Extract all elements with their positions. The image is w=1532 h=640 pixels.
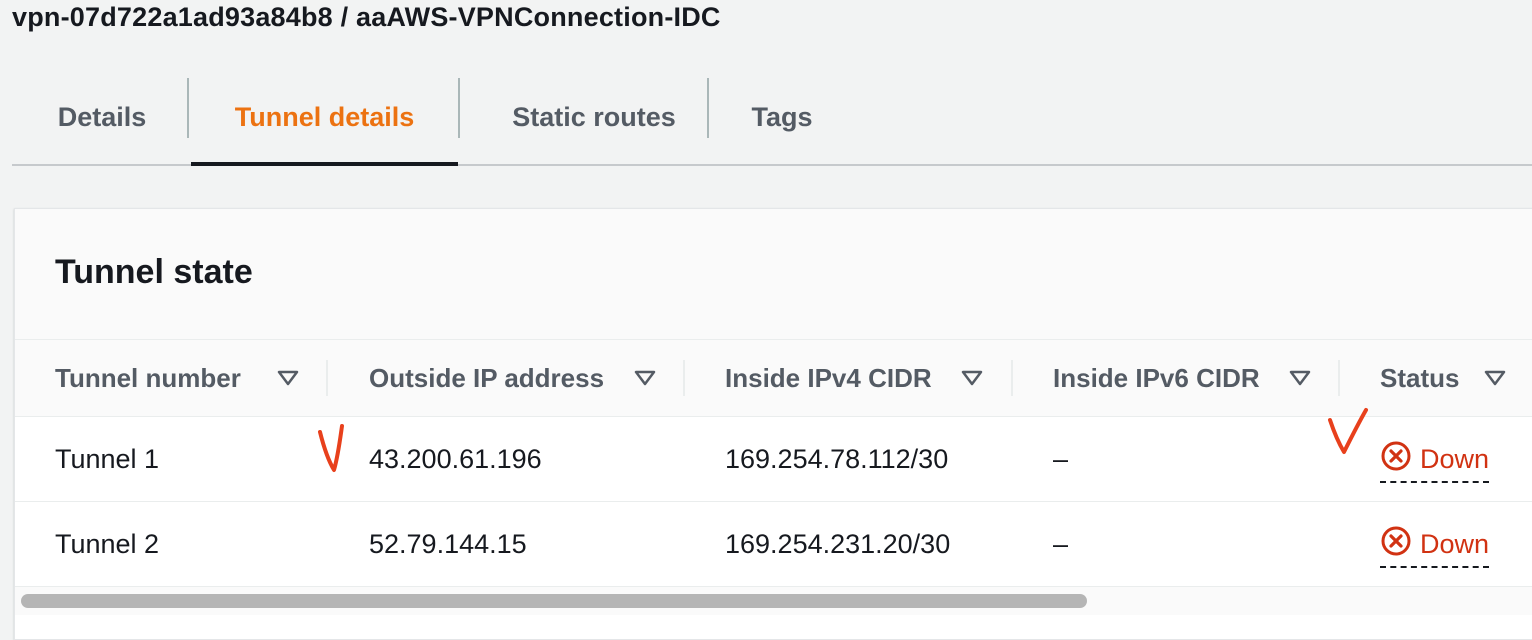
panel-title: Tunnel state [55,253,253,291]
status-text: Down [1420,443,1490,474]
sort-icon[interactable] [1483,340,1507,416]
sort-icon[interactable] [1288,340,1312,416]
tab-divider [187,78,189,138]
cell-outside-ip: 52.79.144.15 [369,528,527,559]
cell-inside-ipv6: – [1053,528,1069,559]
tab-bar: Details Tunnel details Static routes Tag… [12,70,1532,166]
table-header: Tunnel number Outside IP address Inside … [15,340,1532,418]
column-divider [1338,360,1340,396]
page-title: vpn-07d722a1ad93a84b8 / aaAWS-VPNConnect… [12,2,721,32]
status-badge[interactable]: Down [1380,437,1490,483]
sort-icon[interactable] [960,340,984,416]
column-header-status[interactable]: Status [1380,340,1459,416]
scrollbar-thumb[interactable] [21,594,1087,608]
horizontal-scrollbar[interactable] [15,587,1532,615]
tab-tunnel-details[interactable]: Tunnel details [191,70,458,166]
column-divider [326,360,328,396]
column-divider [1011,360,1013,396]
error-circle-icon [1380,440,1412,479]
tab-tags[interactable]: Tags [734,70,830,164]
status-text: Down [1420,528,1490,559]
column-divider [683,360,685,396]
tab-divider [458,78,460,138]
tab-static-routes[interactable]: Static routes [484,70,704,164]
error-circle-icon [1380,525,1412,564]
cell-inside-ipv4: 169.254.78.112/30 [725,443,949,474]
column-header-tunnel-number[interactable]: Tunnel number [55,340,241,416]
cell-inside-ipv6: – [1053,443,1069,474]
column-header-inside-ipv6[interactable]: Inside IPv6 CIDR [1053,340,1260,416]
sort-icon[interactable] [276,340,300,416]
cell-tunnel-number: Tunnel 2 [55,528,160,559]
cell-tunnel-number: Tunnel 1 [55,443,160,474]
tab-details[interactable]: Details [42,70,162,164]
sort-icon[interactable] [633,340,657,416]
cell-outside-ip: 43.200.61.196 [369,443,542,474]
column-header-outside-ip[interactable]: Outside IP address [369,340,604,416]
table-row[interactable]: Tunnel 1 43.200.61.196 169.254.78.112/30… [15,417,1532,502]
tab-divider [707,78,709,138]
column-header-inside-ipv4[interactable]: Inside IPv4 CIDR [725,340,932,416]
tunnel-state-panel: Tunnel state Tunnel number Outside IP ad… [14,208,1532,640]
cell-inside-ipv4: 169.254.231.20/30 [725,528,951,559]
table-row[interactable]: Tunnel 2 52.79.144.15 169.254.231.20/30 … [15,502,1532,587]
panel-header: Tunnel state [15,209,1532,340]
status-badge[interactable]: Down [1380,522,1490,568]
